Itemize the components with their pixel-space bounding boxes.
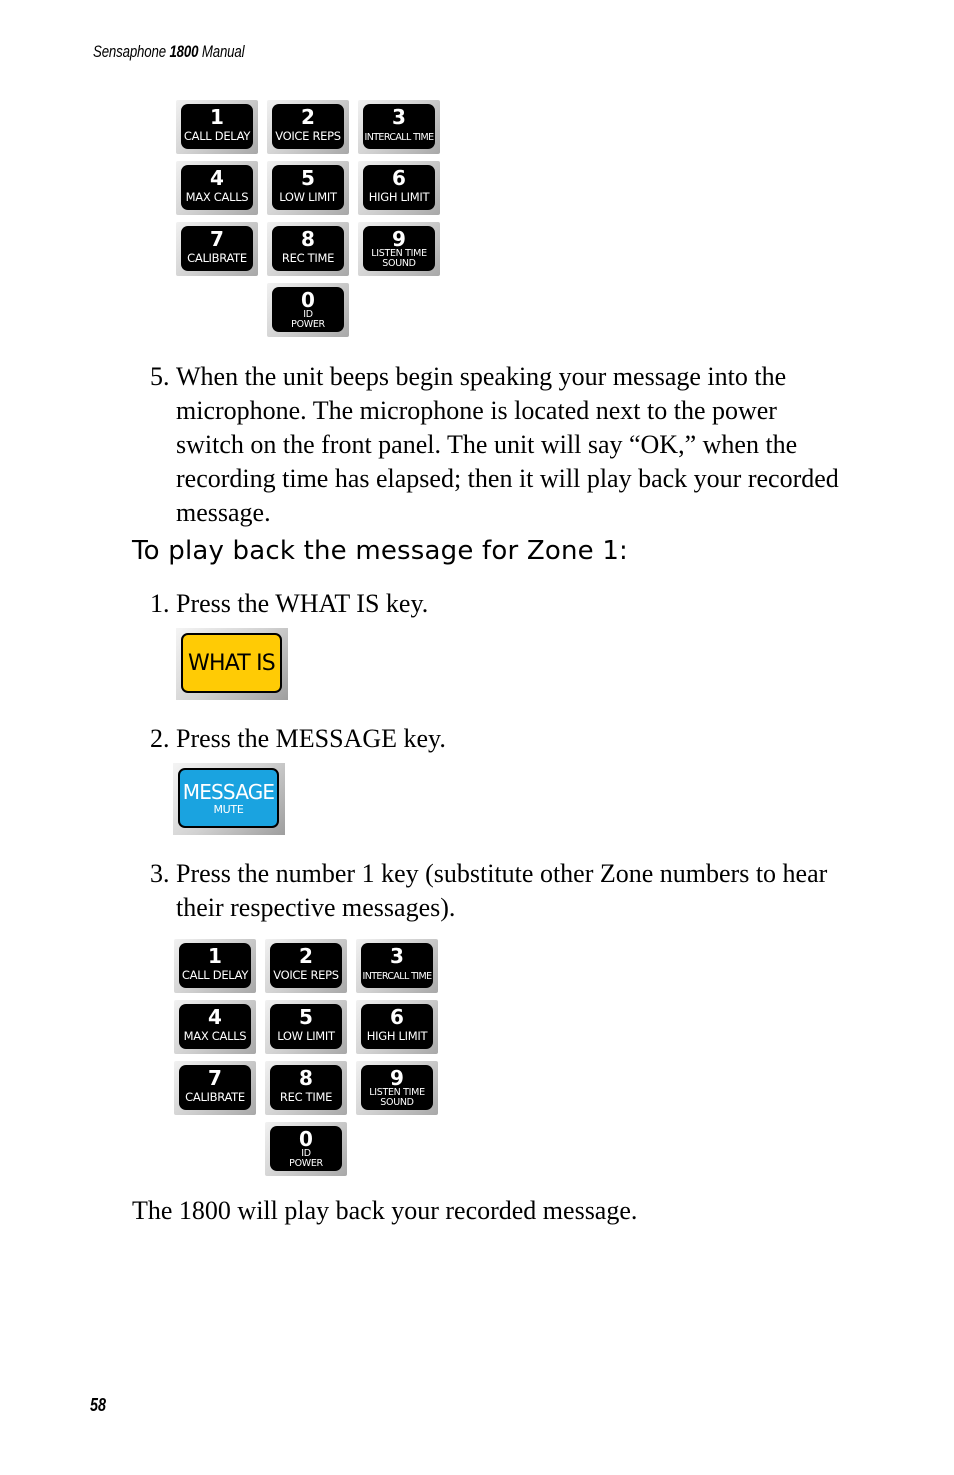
key-label: MAX CALLS	[185, 190, 249, 204]
key-digit: 0	[301, 288, 315, 312]
header-text: Sensaphone	[93, 42, 170, 61]
message-key-label: MESSAGE	[182, 779, 275, 804]
key-digit: 5	[299, 1005, 313, 1029]
step-body: Press the number 1 key (substitute other…	[176, 857, 827, 925]
key-3: 3 INTERCALL TIME	[356, 939, 438, 993]
key-digit: 2	[301, 105, 315, 129]
key-2: 2 VOICE REPS	[265, 939, 347, 993]
text-line: their respective messages).	[176, 893, 456, 922]
text-line: recording time has elapsed; then it will…	[176, 464, 839, 493]
key-digit: 7	[210, 227, 224, 251]
key-label: LOW LIMIT	[277, 1029, 335, 1043]
key-label: LOW LIMIT	[279, 190, 337, 204]
key-label: CALL DELAY	[181, 968, 249, 982]
key-6: 6 HIGH LIMIT	[358, 161, 440, 215]
key-3: 3 INTERCALL TIME	[358, 100, 440, 154]
key-digit: 9	[390, 1066, 404, 1090]
step-number: 3.	[150, 859, 170, 888]
key-9: 9 LISTEN TIME SOUND	[358, 222, 440, 276]
key-9: 9 LISTEN TIME SOUND	[356, 1061, 438, 1115]
header-model-number: 1800	[169, 42, 199, 61]
key-digit: 0	[299, 1127, 313, 1151]
closing-text: The 1800 will play back your recorded me…	[132, 1196, 638, 1225]
key-label: REC TIME	[281, 251, 335, 265]
keypad-illustration-2: 1 CALL DELAY 2 VOICE REPS 3 INTERCALL TIME …	[174, 939, 444, 1179]
key-6: 6 HIGH LIMIT	[356, 1000, 438, 1054]
step-number: 2.	[150, 724, 170, 753]
key-8: 8 REC TIME	[267, 222, 349, 276]
key-4: 4 MAX CALLS	[176, 161, 258, 215]
step-number: 1.	[150, 589, 170, 618]
key-digit: 8	[301, 227, 315, 251]
key-label-secondary: POWER	[289, 1158, 323, 1169]
key-digit: 5	[301, 166, 315, 190]
text-line: Press the WHAT IS key.	[176, 589, 429, 618]
key-digit: 7	[208, 1066, 222, 1090]
key-label: HIGH LIMIT	[366, 1029, 428, 1043]
key-digit: 6	[390, 1005, 404, 1029]
keypad-illustration: 1 CALL DELAY 2 VOICE REPS 3 INTERCALL TIME …	[176, 100, 446, 340]
step-body: Press the MESSAGE key.	[176, 722, 446, 756]
key-7: 7 CALIBRATE	[176, 222, 258, 276]
step-number: 5.	[150, 362, 170, 391]
text-line: microphone. The microphone is located ne…	[176, 396, 777, 425]
key-label-secondary: SOUND	[380, 1097, 414, 1108]
key-8: 8 REC TIME	[265, 1061, 347, 1115]
key-digit: 1	[210, 105, 224, 129]
text-line: switch on the front panel. The unit will…	[176, 430, 798, 459]
text-line: When the unit beeps begin speaking your …	[176, 362, 787, 391]
key-digit: 8	[299, 1066, 313, 1090]
key-digit: 3	[390, 944, 404, 968]
message-key-sublabel: MUTE	[213, 802, 244, 816]
key-label-secondary: SOUND	[382, 258, 416, 269]
key-1: 1 CALL DELAY	[176, 100, 258, 154]
what-is-key-label: WHAT IS	[188, 650, 276, 676]
step-body: When the unit beeps begin speaking your …	[176, 360, 839, 530]
key-digit: 3	[392, 105, 406, 129]
text-line: Press the MESSAGE key.	[176, 724, 446, 753]
key-digit: 2	[299, 944, 313, 968]
header-text-suffix: Manual	[198, 42, 245, 61]
key-digit: 4	[208, 1005, 222, 1029]
key-digit: 6	[392, 166, 406, 190]
key-label: CALIBRATE	[185, 1090, 245, 1104]
key-label: CALIBRATE	[187, 251, 247, 265]
key-label: VOICE REPS	[273, 968, 339, 982]
key-label: MAX CALLS	[183, 1029, 247, 1043]
key-digit: 1	[208, 944, 222, 968]
message-key-illustration: MESSAGE MUTE	[173, 763, 285, 835]
key-digit: 4	[210, 166, 224, 190]
running-header: Sensaphone 1800 Manual	[93, 42, 245, 62]
section-heading: To play back the message for Zone 1:	[132, 536, 629, 566]
key-label: INTERCALL TIME	[364, 132, 435, 143]
key-0: 0 ID POWER	[265, 1122, 347, 1176]
key-7: 7 CALIBRATE	[174, 1061, 256, 1115]
key-5: 5 LOW LIMIT	[265, 1000, 347, 1054]
text-line: message.	[176, 498, 271, 527]
step-body: Press the WHAT IS key.	[176, 587, 428, 621]
key-label: HIGH LIMIT	[368, 190, 430, 204]
key-1: 1 CALL DELAY	[174, 939, 256, 993]
key-4: 4 MAX CALLS	[174, 1000, 256, 1054]
key-5: 5 LOW LIMIT	[267, 161, 349, 215]
key-digit: 9	[392, 227, 406, 251]
key-label: INTERCALL TIME	[362, 971, 433, 982]
key-2: 2 VOICE REPS	[267, 100, 349, 154]
key-label: VOICE REPS	[275, 129, 341, 143]
key-label: CALL DELAY	[183, 129, 251, 143]
text-line: Press the number 1 key (substitute other…	[176, 859, 828, 888]
key-label: REC TIME	[279, 1090, 333, 1104]
page-number: 58	[90, 1395, 107, 1415]
what-is-key-illustration: WHAT IS	[176, 628, 288, 700]
key-label-secondary: POWER	[291, 319, 325, 330]
key-0: 0 ID POWER	[267, 283, 349, 337]
